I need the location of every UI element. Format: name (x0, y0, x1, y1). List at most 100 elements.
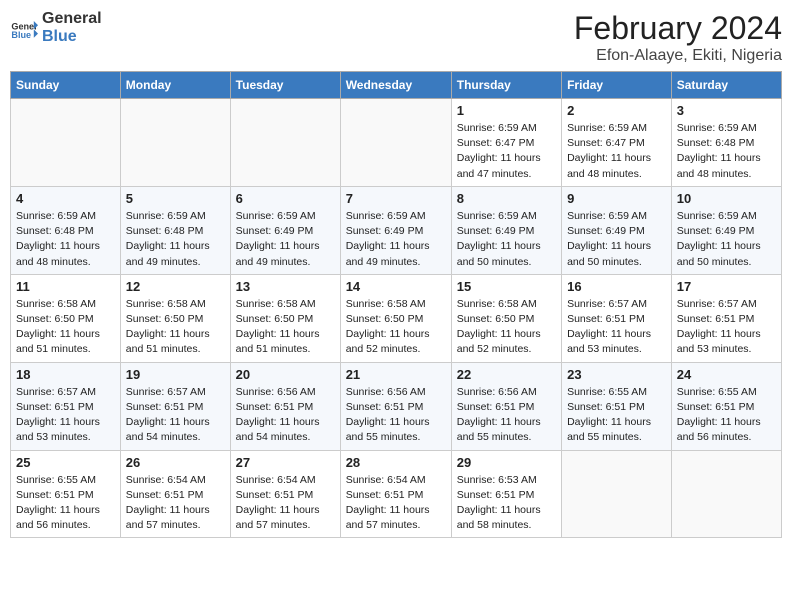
day-info: Sunrise: 6:58 AMSunset: 6:50 PMDaylight:… (126, 297, 225, 358)
day-info: Sunrise: 6:59 AMSunset: 6:47 PMDaylight:… (457, 121, 556, 182)
calendar-cell: 20 Sunrise: 6:56 AMSunset: 6:51 PMDayligh… (230, 362, 340, 450)
calendar-cell: 29 Sunrise: 6:53 AMSunset: 6:51 PMDayligh… (451, 450, 561, 538)
calendar-cell: 22 Sunrise: 6:56 AMSunset: 6:51 PMDayligh… (451, 362, 561, 450)
calendar-cell: 18 Sunrise: 6:57 AMSunset: 6:51 PMDayligh… (11, 362, 121, 450)
month-year-title: February 2024 (574, 10, 782, 47)
day-number: 24 (677, 367, 776, 382)
day-info: Sunrise: 6:58 AMSunset: 6:50 PMDaylight:… (236, 297, 335, 358)
calendar-week-row: 4 Sunrise: 6:59 AMSunset: 6:48 PMDaylight… (11, 186, 782, 274)
day-info: Sunrise: 6:59 AMSunset: 6:49 PMDaylight:… (677, 209, 776, 270)
day-number: 29 (457, 455, 556, 470)
day-info: Sunrise: 6:54 AMSunset: 6:51 PMDaylight:… (346, 473, 446, 534)
calendar-week-row: 11 Sunrise: 6:58 AMSunset: 6:50 PMDayligh… (11, 274, 782, 362)
calendar-cell (340, 99, 451, 187)
day-number: 27 (236, 455, 335, 470)
calendar-week-row: 25 Sunrise: 6:55 AMSunset: 6:51 PMDayligh… (11, 450, 782, 538)
col-header-tuesday: Tuesday (230, 72, 340, 99)
day-number: 9 (567, 191, 666, 206)
calendar-cell: 28 Sunrise: 6:54 AMSunset: 6:51 PMDayligh… (340, 450, 451, 538)
svg-text:Blue: Blue (11, 29, 31, 39)
day-info: Sunrise: 6:53 AMSunset: 6:51 PMDaylight:… (457, 473, 556, 534)
day-info: Sunrise: 6:59 AMSunset: 6:49 PMDaylight:… (346, 209, 446, 270)
day-number: 13 (236, 279, 335, 294)
day-number: 25 (16, 455, 115, 470)
calendar-table: SundayMondayTuesdayWednesdayThursdayFrid… (10, 71, 782, 538)
day-info: Sunrise: 6:58 AMSunset: 6:50 PMDaylight:… (346, 297, 446, 358)
day-info: Sunrise: 6:54 AMSunset: 6:51 PMDaylight:… (126, 473, 225, 534)
day-number: 21 (346, 367, 446, 382)
day-info: Sunrise: 6:59 AMSunset: 6:48 PMDaylight:… (16, 209, 115, 270)
location-subtitle: Efon-Alaaye, Ekiti, Nigeria (574, 47, 782, 65)
day-number: 26 (126, 455, 225, 470)
calendar-cell: 24 Sunrise: 6:55 AMSunset: 6:51 PMDayligh… (671, 362, 781, 450)
day-number: 2 (567, 103, 666, 118)
calendar-header-row: SundayMondayTuesdayWednesdayThursdayFrid… (11, 72, 782, 99)
calendar-cell: 16Sunrise: 6:57 AMSunset: 6:51 PMDayligh… (562, 274, 672, 362)
day-info: Sunrise: 6:59 AMSunset: 6:47 PMDaylight:… (567, 121, 666, 182)
day-info: Sunrise: 6:55 AMSunset: 6:51 PMDaylight:… (567, 385, 666, 446)
calendar-cell: 13 Sunrise: 6:58 AMSunset: 6:50 PMDayligh… (230, 274, 340, 362)
calendar-cell: 11 Sunrise: 6:58 AMSunset: 6:50 PMDayligh… (11, 274, 121, 362)
calendar-cell: 17 Sunrise: 6:57 AMSunset: 6:51 PMDayligh… (671, 274, 781, 362)
logo-text-general: General (42, 10, 102, 28)
day-info: Sunrise: 6:57 AMSunset: 6:51 PMDaylight:… (567, 297, 666, 358)
calendar-cell (562, 450, 672, 538)
day-number: 5 (126, 191, 225, 206)
day-info: Sunrise: 6:59 AMSunset: 6:49 PMDaylight:… (236, 209, 335, 270)
logo-text-blue: Blue (42, 28, 102, 46)
calendar-cell (671, 450, 781, 538)
day-info: Sunrise: 6:59 AMSunset: 6:49 PMDaylight:… (457, 209, 556, 270)
day-info: Sunrise: 6:55 AMSunset: 6:51 PMDaylight:… (677, 385, 776, 446)
day-number: 22 (457, 367, 556, 382)
calendar-week-row: 18 Sunrise: 6:57 AMSunset: 6:51 PMDayligh… (11, 362, 782, 450)
day-info: Sunrise: 6:57 AMSunset: 6:51 PMDaylight:… (16, 385, 115, 446)
col-header-saturday: Saturday (671, 72, 781, 99)
day-number: 17 (677, 279, 776, 294)
day-info: Sunrise: 6:56 AMSunset: 6:51 PMDaylight:… (346, 385, 446, 446)
day-number: 23 (567, 367, 666, 382)
calendar-cell: 12 Sunrise: 6:58 AMSunset: 6:50 PMDayligh… (120, 274, 230, 362)
day-number: 11 (16, 279, 115, 294)
day-info: Sunrise: 6:56 AMSunset: 6:51 PMDaylight:… (236, 385, 335, 446)
day-info: Sunrise: 6:58 AMSunset: 6:50 PMDaylight:… (16, 297, 115, 358)
logo-icon: General Blue (10, 14, 38, 42)
calendar-cell: 15 Sunrise: 6:58 AMSunset: 6:50 PMDayligh… (451, 274, 561, 362)
title-block: February 2024 Efon-Alaaye, Ekiti, Nigeri… (574, 10, 782, 65)
day-info: Sunrise: 6:55 AMSunset: 6:51 PMDaylight:… (16, 473, 115, 534)
calendar-cell: 26 Sunrise: 6:54 AMSunset: 6:51 PMDayligh… (120, 450, 230, 538)
day-number: 3 (677, 103, 776, 118)
day-number: 8 (457, 191, 556, 206)
logo: General Blue General Blue (10, 10, 102, 45)
day-info: Sunrise: 6:59 AMSunset: 6:48 PMDaylight:… (126, 209, 225, 270)
day-number: 15 (457, 279, 556, 294)
col-header-monday: Monday (120, 72, 230, 99)
day-number: 18 (16, 367, 115, 382)
calendar-cell: 14Sunrise: 6:58 AMSunset: 6:50 PMDayligh… (340, 274, 451, 362)
day-number: 28 (346, 455, 446, 470)
calendar-cell: 1 Sunrise: 6:59 AMSunset: 6:47 PMDaylight… (451, 99, 561, 187)
day-info: Sunrise: 6:59 AMSunset: 6:49 PMDaylight:… (567, 209, 666, 270)
col-header-sunday: Sunday (11, 72, 121, 99)
day-number: 12 (126, 279, 225, 294)
calendar-cell: 27Sunrise: 6:54 AMSunset: 6:51 PMDayligh… (230, 450, 340, 538)
col-header-wednesday: Wednesday (340, 72, 451, 99)
calendar-cell: 8 Sunrise: 6:59 AMSunset: 6:49 PMDaylight… (451, 186, 561, 274)
calendar-cell (120, 99, 230, 187)
calendar-cell: 3Sunrise: 6:59 AMSunset: 6:48 PMDaylight… (671, 99, 781, 187)
calendar-cell: 21 Sunrise: 6:56 AMSunset: 6:51 PMDayligh… (340, 362, 451, 450)
calendar-cell: 6Sunrise: 6:59 AMSunset: 6:49 PMDaylight… (230, 186, 340, 274)
day-info: Sunrise: 6:58 AMSunset: 6:50 PMDaylight:… (457, 297, 556, 358)
calendar-cell: 4 Sunrise: 6:59 AMSunset: 6:48 PMDaylight… (11, 186, 121, 274)
calendar-cell: 7Sunrise: 6:59 AMSunset: 6:49 PMDaylight… (340, 186, 451, 274)
day-number: 4 (16, 191, 115, 206)
day-info: Sunrise: 6:56 AMSunset: 6:51 PMDaylight:… (457, 385, 556, 446)
calendar-cell: 2 Sunrise: 6:59 AMSunset: 6:47 PMDaylight… (562, 99, 672, 187)
day-number: 20 (236, 367, 335, 382)
calendar-cell: 5 Sunrise: 6:59 AMSunset: 6:48 PMDaylight… (120, 186, 230, 274)
col-header-friday: Friday (562, 72, 672, 99)
calendar-week-row: 1 Sunrise: 6:59 AMSunset: 6:47 PMDaylight… (11, 99, 782, 187)
day-number: 10 (677, 191, 776, 206)
day-info: Sunrise: 6:57 AMSunset: 6:51 PMDaylight:… (126, 385, 225, 446)
day-number: 1 (457, 103, 556, 118)
day-info: Sunrise: 6:57 AMSunset: 6:51 PMDaylight:… (677, 297, 776, 358)
